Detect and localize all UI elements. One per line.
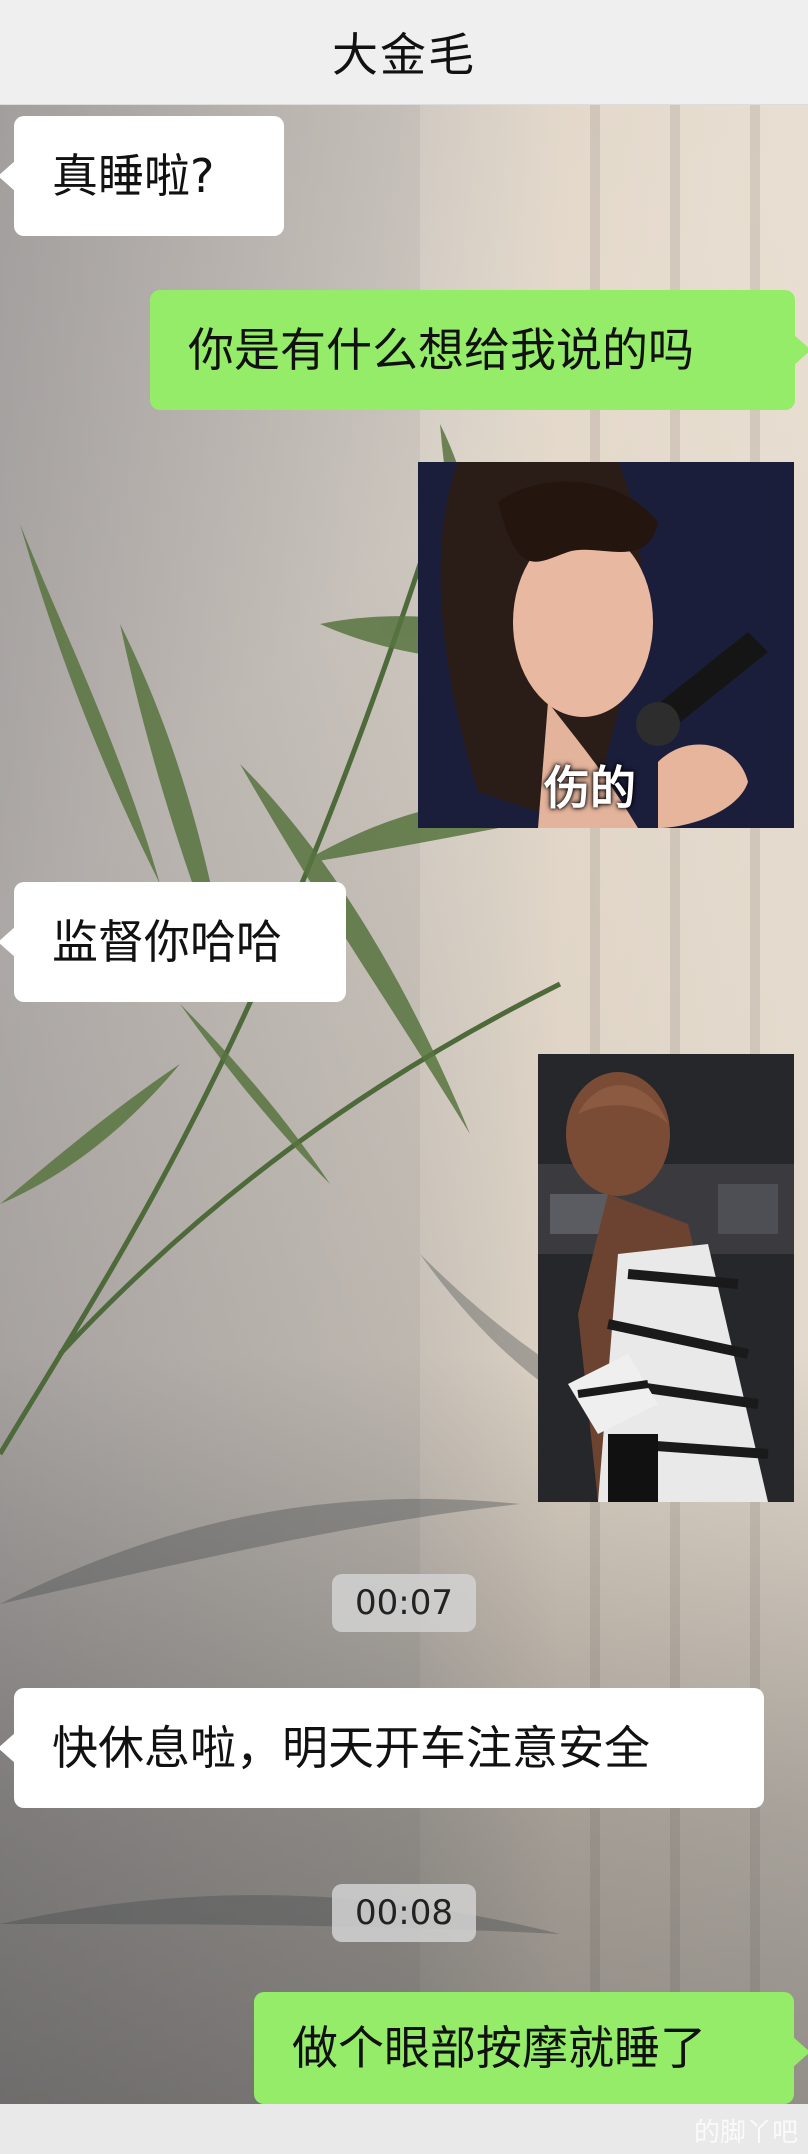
bald-woman-icon <box>538 1054 794 1502</box>
sticker-singer-girl[interactable]: 伤的 <box>418 462 794 828</box>
timestamp: 00:07 <box>332 1574 476 1632</box>
sticker-bald-woman[interactable] <box>538 1054 794 1502</box>
timestamp: 00:08 <box>332 1884 476 1942</box>
message-bubble-sent[interactable]: 你是有什么想给我说的吗 <box>150 290 808 410</box>
sticker-caption: 伤的 <box>544 761 636 815</box>
message-bubble-received[interactable]: 监督你哈哈 <box>0 882 346 1002</box>
message-text: 做个眼部按摩就睡了 <box>292 2021 706 2075</box>
message-text: 监督你哈哈 <box>52 915 282 969</box>
message-text: 你是有什么想给我说的吗 <box>188 323 694 377</box>
message-bubble-received[interactable]: 真睡啦? <box>0 116 284 236</box>
message-bubble-received[interactable]: 快休息啦，明天开车注意安全 <box>0 1688 764 1808</box>
message-text: 真睡啦? <box>52 149 215 203</box>
chat-title-bar: 大金毛 <box>0 0 808 105</box>
input-bar-edge <box>0 2104 808 2154</box>
watermark-text: 的脚丫吧 <box>693 2118 798 2148</box>
message-bubble-sent[interactable]: 做个眼部按摩就睡了 <box>254 1992 808 2104</box>
chat-screen: 大金毛 真睡啦? 你是有什么想给我说的吗 伤的 监督你哈哈 00:07 快休息啦… <box>0 0 808 2154</box>
message-text: 快休息啦，明天开车注意安全 <box>52 1721 650 1775</box>
contact-name[interactable]: 大金毛 <box>332 19 476 85</box>
